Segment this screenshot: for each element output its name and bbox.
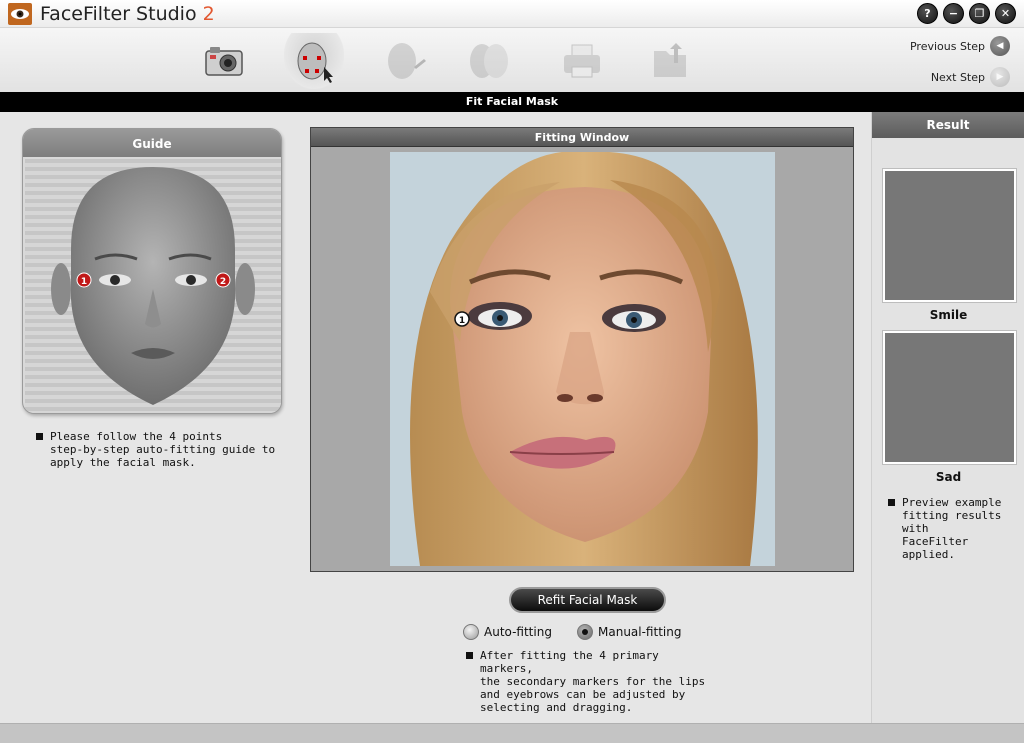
face-compare-icon [470, 44, 508, 78]
next-step-button[interactable]: Next Step ▶ [931, 67, 1010, 87]
svg-text:2: 2 [220, 277, 226, 287]
close-button[interactable]: ✕ [995, 3, 1016, 24]
face-photo[interactable]: 1 [390, 152, 775, 566]
fitting-marker-1[interactable]: 1 [454, 311, 470, 327]
previous-step-label: Previous Step [909, 39, 985, 53]
guide-marker-1: 1 [76, 272, 92, 288]
guide-note: Please follow the 4 points step-by-step … [36, 430, 276, 469]
auto-fitting-radio[interactable] [463, 624, 479, 640]
window-controls: ? − ❐ ✕ [917, 3, 1016, 24]
camera-icon [205, 47, 243, 76]
bullet-icon [466, 652, 473, 659]
fit-mask-tool-button[interactable] [284, 33, 344, 89]
face-edit-icon [388, 43, 426, 79]
step-title-bar: Fit Facial Mask [0, 92, 1024, 112]
title-bar: FaceFilter Studio 2 ? − ❐ ✕ [0, 0, 1024, 28]
arrow-right-icon: ▶ [990, 67, 1010, 87]
next-step-label: Next Step [930, 70, 985, 84]
bullet-icon [888, 499, 895, 506]
printer-icon [564, 44, 600, 78]
status-bar [0, 723, 1024, 743]
fitting-window: Fitting Window 1 [310, 127, 854, 572]
previous-step-button[interactable]: Previous Step ◀ [910, 36, 1010, 56]
result-title: Result [872, 112, 1024, 138]
print-tool-button[interactable] [552, 33, 612, 89]
sad-label: Sad [935, 470, 962, 484]
save-folder-icon [654, 43, 686, 77]
app-version: 2 [202, 3, 215, 25]
result-panel: Result Smile Sad Preview example fitting… [871, 112, 1024, 723]
result-note: Preview example fitting results with Fac… [888, 496, 1023, 561]
guide-title: Guide [23, 129, 281, 157]
face-edit-tool-button[interactable] [374, 33, 434, 89]
smile-preview[interactable] [883, 169, 1016, 302]
restore-button[interactable]: ❐ [969, 3, 990, 24]
guide-marker-2: 2 [215, 272, 231, 288]
result-note-text: Preview example fitting results with Fac… [902, 496, 1002, 561]
manual-fitting-option[interactable]: Manual-fitting [577, 624, 681, 640]
minimize-button[interactable]: − [943, 3, 964, 24]
auto-fitting-option[interactable]: Auto-fitting [463, 624, 552, 640]
face-compare-tool-button[interactable] [458, 33, 518, 89]
svg-text:1: 1 [459, 316, 465, 326]
auto-fitting-label: Auto-fitting [484, 625, 552, 639]
fitting-note: After fitting the 4 primary markers, the… [466, 649, 706, 714]
sad-preview[interactable] [883, 331, 1016, 464]
fitting-note-text: After fitting the 4 primary markers, the… [480, 649, 706, 714]
save-tool-button[interactable] [640, 33, 700, 89]
refit-facial-mask-button[interactable]: Refit Facial Mask [509, 587, 666, 613]
app-title: FaceFilter Studio 2 [40, 3, 215, 25]
app-title-text: FaceFilter Studio [40, 3, 197, 25]
app-logo-eye-icon [8, 3, 32, 25]
fit-mask-icon [297, 42, 333, 83]
camera-tool-button[interactable] [194, 33, 254, 89]
svg-text:1: 1 [81, 277, 87, 287]
arrow-left-icon: ◀ [990, 36, 1010, 56]
manual-fitting-label: Manual-fitting [598, 625, 682, 639]
bullet-icon [36, 433, 43, 440]
step-toolbar: Previous Step ◀ Next Step ▶ [0, 28, 1024, 92]
fitting-window-title: Fitting Window [311, 128, 853, 147]
guide-face-illustration: 1 2 [25, 159, 281, 413]
smile-label: Smile [929, 308, 968, 322]
manual-fitting-radio[interactable] [577, 624, 593, 640]
guide-note-text: Please follow the 4 points step-by-step … [50, 430, 276, 469]
help-button[interactable]: ? [917, 3, 938, 24]
guide-panel: Guide 1 2 [22, 128, 282, 414]
